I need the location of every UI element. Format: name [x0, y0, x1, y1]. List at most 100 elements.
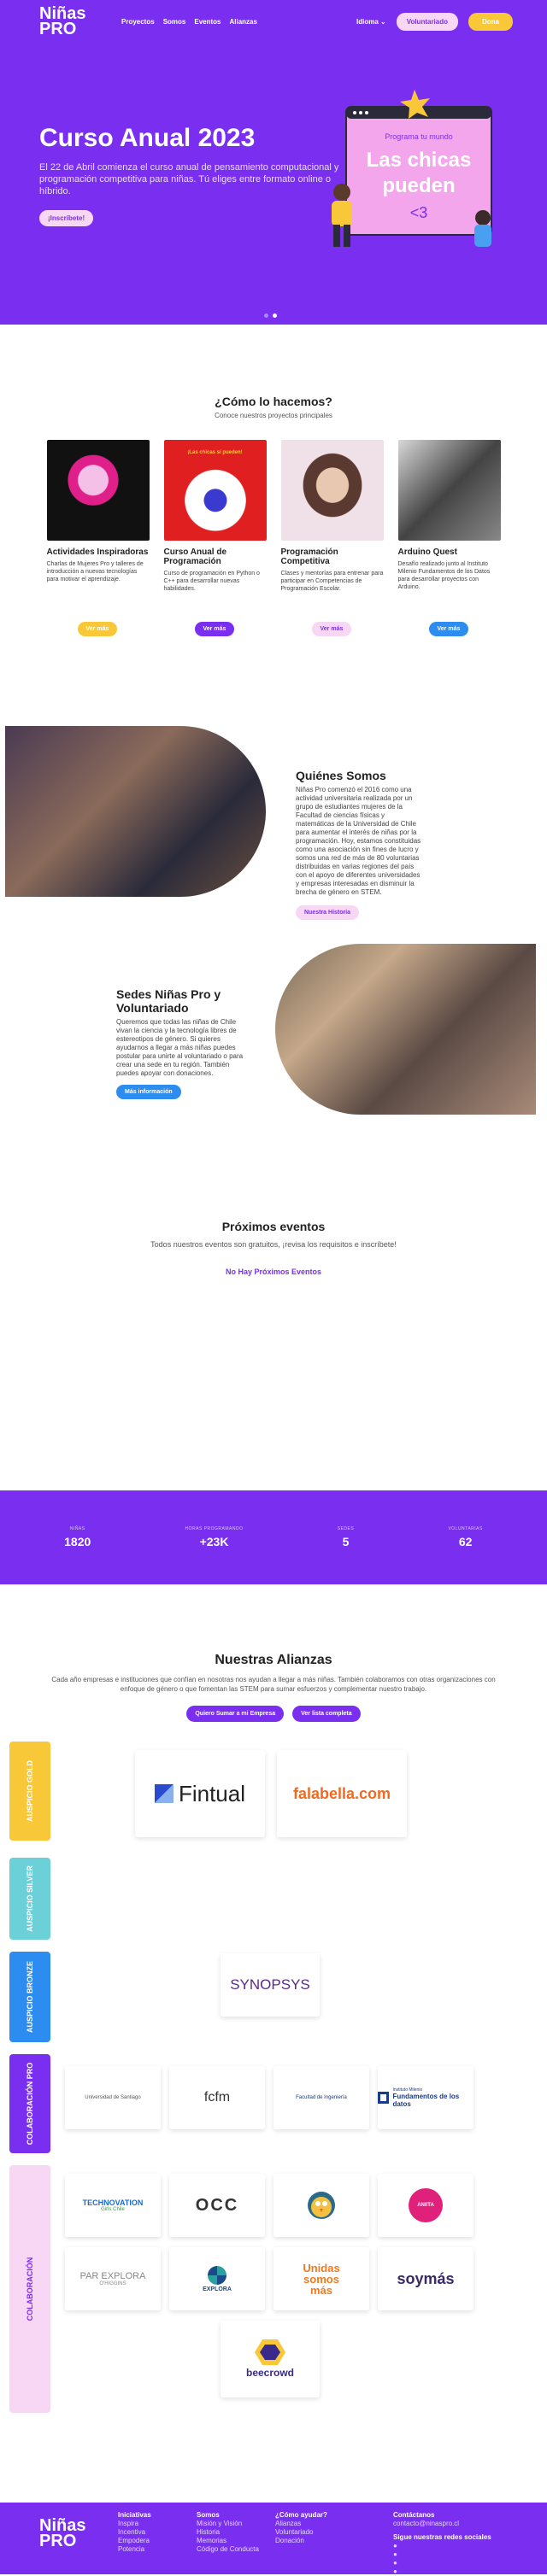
logo-parexplora[interactable]: PAR EXPLORA O'HIGGINS — [65, 2247, 161, 2310]
tier-colaboracion-pro: COLABORACIÓN PRO — [9, 2054, 50, 2153]
footer-col-title: ¿Cómo ayudar? — [275, 2511, 327, 2519]
nav-links: Proyectos Somos Eventos Alianzas — [121, 18, 257, 26]
eventos-title: Próximos eventos — [221, 1220, 326, 1233]
nav-right: Idioma ⌄ Voluntariado Dona — [356, 12, 513, 31]
logo-ing-udp[interactable]: Facultad de Ingeniería — [274, 2066, 369, 2129]
project-card: ¡Las chicas sí pueden! Curso Anual de Pr… — [163, 440, 267, 636]
footer-logo[interactable]: Niñas PRO — [39, 2517, 91, 2550]
fintual-icon — [154, 1784, 174, 1803]
logo-falabella[interactable]: falabella.com — [277, 1750, 407, 1837]
hero-carousel: Curso Anual 2023 El 22 de Abril comienza… — [0, 43, 547, 325]
footer-email-link[interactable]: contacto@ninaspro.cl — [393, 2520, 491, 2528]
logo-text: Fintual — [178, 1780, 246, 1806]
logo-text: Universidad de Santiago — [85, 2095, 141, 2100]
history-button[interactable]: Nuestra Historia — [296, 905, 360, 920]
logo-fcfm[interactable]: fcfm — [169, 2066, 265, 2129]
art-big-text1: Las chicas — [367, 149, 472, 172]
art-small-text: Programa tu mundo — [385, 132, 453, 141]
footer-link[interactable]: Incentiva — [118, 2528, 151, 2537]
footer-social-title: Sigue nuestras redes sociales — [393, 2533, 491, 2541]
nav-link-somos[interactable]: Somos — [163, 18, 186, 26]
eventos-subtitle: Todos nuestros eventos son gratuitos, ¡r… — [150, 1240, 397, 1249]
hero-text: El 22 de Abril comienza el curso anual d… — [39, 162, 339, 196]
logo-text: ANIITA — [417, 2203, 434, 2208]
card-more-button[interactable]: Ver más — [77, 622, 118, 636]
nav-link-eventos[interactable]: Eventos — [194, 18, 221, 26]
quienes-section: Quiénes Somos Niñas Pro comenzó el 2016 … — [0, 726, 547, 1115]
aniita-circle: ANIITA — [409, 2188, 443, 2222]
card-more-button[interactable]: Ver más — [428, 622, 469, 636]
logo-technovation[interactable]: TECHNOVATION Girls Chile — [65, 2174, 161, 2237]
footer-link[interactable]: Misión y Visión — [197, 2520, 259, 2528]
footer-link[interactable]: Potencia — [118, 2545, 151, 2554]
stat-value: 1820 — [64, 1535, 91, 1549]
card-image-competitiva — [280, 440, 384, 541]
social-icons: ● ● ● ● — [393, 2542, 491, 2576]
alianzas-buttons: Quiero Sumar a mi Empresa Ver lista comp… — [0, 1706, 547, 1722]
carousel-dot[interactable] — [264, 313, 268, 318]
twitter-icon[interactable]: ● — [393, 2542, 491, 2550]
stat-voluntarias: VOLUNTARIAS 62 — [448, 1526, 482, 1549]
logo-bird[interactable] — [274, 2174, 369, 2237]
card-title: Arduino Quest — [397, 547, 457, 557]
tier-label: AUSPICIO GOLD — [26, 1759, 34, 1823]
stat-value: +23K — [199, 1535, 229, 1549]
logo-text: fcfm — [203, 2090, 231, 2105]
logo-text: Unidas — [303, 2261, 340, 2274]
card-title: Programación Competitiva — [280, 547, 338, 566]
stat-value: 5 — [342, 1535, 350, 1549]
top-nav: Niñas PRO Proyectos Somos Eventos Alianz… — [0, 0, 547, 43]
card-more-button[interactable]: Ver más — [194, 622, 235, 636]
explora-icon — [208, 2265, 226, 2285]
stats-bar: NIÑAS 1820 HORAS PROGRAMANDO +23K SEDES … — [0, 1490, 547, 1584]
art-heart-text: <3 — [410, 204, 428, 221]
logo-synopsys[interactable]: SYNOPSYS — [221, 1953, 320, 2017]
logo-unidas[interactable]: Unidas somos más — [274, 2247, 369, 2310]
tier-silver: AUSPICIO SILVER — [9, 1858, 50, 1940]
card-more-button[interactable]: Ver más — [311, 622, 352, 636]
logo-soymas[interactable]: soymás — [378, 2247, 473, 2310]
logo-text: beecrowd — [245, 2367, 294, 2379]
nav-link-proyectos[interactable]: Proyectos — [121, 18, 155, 26]
team-photo — [5, 726, 266, 897]
volunteer-button[interactable]: Voluntariado — [396, 12, 458, 31]
logo-text: somos — [303, 2272, 339, 2286]
footer-link[interactable]: Voluntariado — [275, 2528, 327, 2537]
footer-link[interactable]: Alianzas — [275, 2520, 327, 2528]
facebook-icon[interactable]: ● — [393, 2550, 491, 2559]
logo-line2: PRO — [39, 2532, 77, 2550]
logo-occ[interactable]: OCC — [169, 2174, 265, 2237]
footer: Niñas PRO Iniciativas Inspira Incentiva … — [0, 2503, 547, 2576]
youtube-icon[interactable]: ● — [393, 2559, 491, 2567]
language-label: Idioma — [356, 17, 379, 26]
logo[interactable]: Niñas PRO — [39, 5, 91, 38]
logo-text: soymás — [397, 2269, 455, 2287]
carousel-dot-active[interactable] — [273, 313, 277, 318]
full-list-button[interactable]: Ver lista completa — [292, 1706, 361, 1722]
nav-link-alianzas[interactable]: Alianzas — [229, 18, 256, 26]
footer-link[interactable]: Memorias — [197, 2537, 259, 2545]
instagram-icon[interactable]: ● — [393, 2567, 491, 2576]
footer-link[interactable]: Empodera — [118, 2537, 151, 2545]
card-image-inspira — [46, 440, 150, 541]
stat-horas: HORAS PROGRAMANDO +23K — [185, 1526, 244, 1549]
logo-text: OCC — [195, 2195, 239, 2215]
footer-link[interactable]: Historia — [197, 2528, 259, 2537]
footer-link[interactable]: Inspira — [118, 2520, 151, 2528]
logo-explora[interactable]: EXPLORA — [169, 2247, 265, 2310]
logo-beecrowd[interactable]: beecrowd — [221, 2321, 320, 2397]
footer-link[interactable]: Código de Conducta — [197, 2545, 259, 2554]
logo-fintual[interactable]: Fintual — [135, 1750, 265, 1837]
logo-aniita[interactable]: ANIITA — [378, 2174, 473, 2237]
language-selector[interactable]: Idioma ⌄ — [356, 18, 386, 26]
join-company-button[interactable]: Quiero Sumar a mi Empresa — [186, 1706, 285, 1722]
more-info-button[interactable]: Más información — [116, 1085, 181, 1099]
hero-illustration: Programa tu mundo Las chicas pueden <3 — [332, 90, 492, 247]
logo-usach[interactable]: Universidad de Santiago — [65, 2066, 161, 2129]
tier-label: COLABORACIÓN — [26, 2257, 34, 2321]
donate-button[interactable]: Dona — [468, 12, 513, 31]
logo-imfd[interactable]: Instituto Milenio Fundamentos de los dat… — [378, 2066, 473, 2129]
card-text: Charlas de Mujeres Pro y talleres de int… — [46, 561, 144, 583]
footer-link[interactable]: Donación — [275, 2537, 327, 2545]
enroll-button[interactable]: ¡Inscríbete! — [39, 210, 94, 226]
